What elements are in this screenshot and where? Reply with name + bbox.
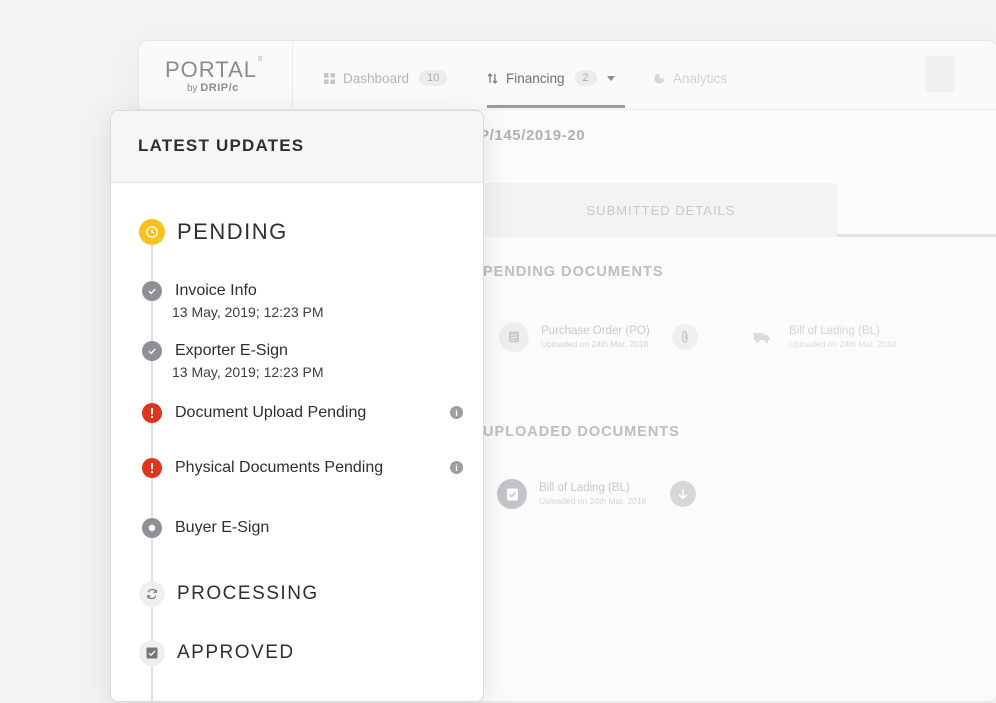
nav-analytics[interactable]: Analytics <box>654 67 727 89</box>
step-label: Exporter E-Sign <box>175 342 288 359</box>
step-buyer-esign: Buyer E-Sign <box>142 518 269 538</box>
profile-button[interactable] <box>925 56 955 92</box>
step-exporter-esign: Exporter E-Sign 13 May, 2019; 12:23 PM <box>142 341 324 381</box>
step-document-upload[interactable]: Document Upload Pending <box>142 403 366 423</box>
active-tab-indicator <box>487 105 625 108</box>
pending-doc-bl[interactable]: Bill of Lading (BL) Uploaded on 24th Mar… <box>747 322 896 352</box>
page-title: P/145/2019-20 <box>479 127 586 144</box>
step-label: Invoice Info <box>175 282 257 299</box>
info-icon[interactable]: i <box>450 461 463 474</box>
info-icon[interactable]: i <box>450 406 463 419</box>
paperclip-icon <box>682 330 688 343</box>
pending-doc-po[interactable]: Purchase Order (PO) Uploaded on 24th Mar… <box>499 322 650 352</box>
doc-name: Bill of Lading (BL) <box>539 482 630 494</box>
tab-submitted-details[interactable]: SUBMITTED DETAILS <box>485 183 837 237</box>
document-icon <box>499 322 529 352</box>
step-label: Physical Documents Pending <box>175 459 384 476</box>
step-label: Document Upload Pending <box>175 404 367 421</box>
uploaded-doc-bl[interactable]: Bill of Lading (BL) Uploaded on 24th Mar… <box>497 479 646 509</box>
uploaded-documents-heading: UPLOADED DOCUMENTS <box>483 424 680 440</box>
download-button[interactable] <box>670 481 696 507</box>
step-time: 13 May, 2019; 12:23 PM <box>172 364 324 380</box>
stage-label: APPROVED <box>177 642 295 663</box>
doc-meta: Uploaded on 24th Mar, 2018 <box>789 339 897 349</box>
stage-label: PROCESSING <box>177 583 319 604</box>
checkbox-icon <box>139 640 165 666</box>
exclamation-icon <box>142 403 162 423</box>
nav-financing-label: Financing <box>506 70 565 86</box>
doc-meta: Uploaded on 24th Mar, 2018 <box>541 339 649 349</box>
nav-dashboard[interactable]: Dashboard 10 <box>324 67 448 89</box>
stage-pending: PENDING <box>139 219 288 245</box>
doc-meta: Uploaded on 24th Mar, 2018 <box>539 496 647 506</box>
pending-documents-heading: PENDING DOCUMENTS <box>483 264 664 280</box>
download-icon <box>678 489 688 500</box>
check-icon <box>142 281 162 301</box>
panel-header: LATEST UPDATES <box>111 111 483 183</box>
latest-updates-panel: LATEST UPDATES PENDING Invoice Info 13 M… <box>110 110 484 703</box>
doc-name: Bill of Lading (BL) <box>789 325 880 337</box>
step-time: 13 May, 2019; 12:23 PM <box>172 304 324 320</box>
stage-approved: APPROVED <box>139 640 295 666</box>
step-physical-documents[interactable]: Physical Documents Pending <box>142 458 383 478</box>
logo[interactable]: PORTAL B by DRIP/c <box>139 41 293 109</box>
pie-chart-icon <box>654 72 665 84</box>
top-bar: PORTAL B by DRIP/c Dashboard 10 Financin… <box>139 41 996 110</box>
attach-button[interactable] <box>672 324 698 350</box>
nav-financing[interactable]: Financing 2 <box>487 67 615 89</box>
panel-title: LATEST UPDATES <box>138 136 305 155</box>
dot-icon <box>142 518 162 538</box>
logo-word: PORTAL <box>165 57 257 82</box>
tab-indicator <box>837 234 996 237</box>
clock-icon <box>139 219 165 245</box>
truck-icon <box>747 322 777 352</box>
chevron-down-icon[interactable] <box>606 75 615 81</box>
refresh-icon <box>139 581 165 607</box>
step-invoice-info: Invoice Info 13 May, 2019; 12:23 PM <box>142 281 324 321</box>
stage-processing: PROCESSING <box>139 581 319 607</box>
nav-financing-badge: 2 <box>574 70 597 86</box>
nav-dashboard-badge: 10 <box>419 70 448 86</box>
logo-superscript: B <box>258 56 263 63</box>
step-label: Buyer E-Sign <box>175 519 270 536</box>
doc-name: Purchase Order (PO) <box>541 325 650 337</box>
exclamation-icon <box>142 458 162 478</box>
nav-dashboard-label: Dashboard <box>343 70 410 86</box>
clipboard-check-icon <box>497 479 527 509</box>
logo-byline: by DRIP/c <box>187 82 239 94</box>
transfer-icon <box>487 72 498 84</box>
stage-label: PENDING <box>177 219 288 244</box>
grid-icon <box>324 72 335 84</box>
check-icon <box>142 341 162 361</box>
nav-analytics-label: Analytics <box>673 70 728 86</box>
